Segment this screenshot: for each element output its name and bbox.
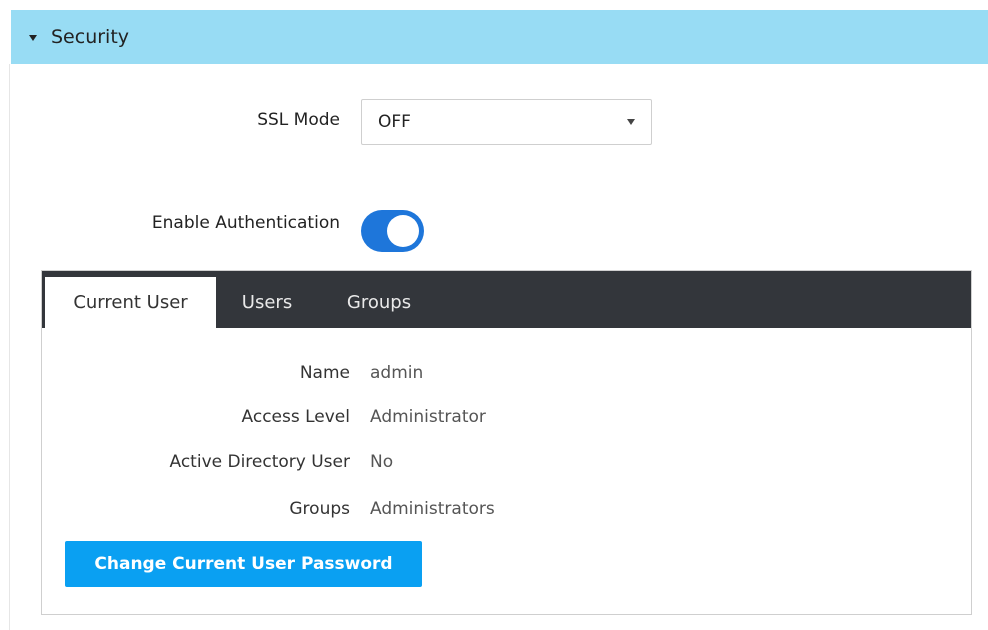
tab-groups[interactable]: Groups [332,277,426,328]
tab-bar: Current User Users Groups [42,271,971,328]
security-section-header[interactable]: Security [11,10,988,64]
tab-users[interactable]: Users [226,277,308,328]
section-title: Security [51,26,130,48]
user-panel: Current User Users Groups Name admin Acc… [41,270,972,615]
name-value: admin [370,363,424,383]
info-row-active-directory: Active Directory User No [42,452,971,476]
name-label: Name [299,363,350,383]
access-level-value: Administrator [370,407,486,427]
info-row-access-level: Access Level Administrator [42,407,971,431]
chevron-down-icon [627,119,635,125]
ssl-mode-value: OFF [378,112,411,132]
ssl-mode-select[interactable]: OFF [361,99,652,145]
groups-value: Administrators [370,499,495,519]
change-password-button[interactable]: Change Current User Password [65,541,422,587]
section-left-border [9,64,10,630]
groups-label: Groups [289,499,350,519]
active-directory-value: No [370,452,394,472]
caret-down-icon [29,34,37,41]
ssl-mode-label: SSL Mode [257,110,340,130]
enable-authentication-toggle[interactable] [361,210,424,252]
access-level-label: Access Level [241,407,350,427]
tab-current-user[interactable]: Current User [45,277,216,328]
active-directory-label: Active Directory User [169,452,351,472]
toggle-knob [387,215,419,247]
info-row-name: Name admin [42,363,971,387]
info-row-groups: Groups Administrators [42,499,971,523]
enable-authentication-label: Enable Authentication [151,213,340,233]
